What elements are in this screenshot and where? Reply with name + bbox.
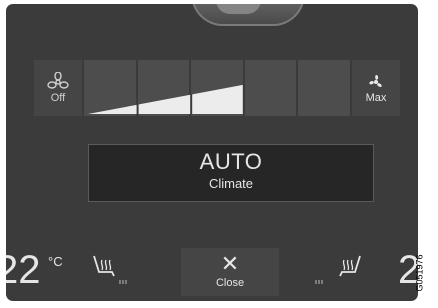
auto-title: AUTO — [199, 149, 263, 174]
fan-step-divider — [136, 103, 139, 115]
bottom-bar: 22 °C ✕ Close 2 — [6, 244, 418, 301]
auto-climate-button[interactable]: AUTO Climate — [88, 144, 374, 202]
close-button[interactable]: ✕ Close — [181, 248, 279, 296]
close-icon: ✕ — [220, 251, 240, 276]
figure-code-text: G051976 — [414, 254, 425, 292]
left-temperature[interactable]: 22 — [6, 250, 41, 290]
close-label: Close — [215, 277, 245, 289]
figure-code: G051976 — [415, 248, 435, 304]
left-seat-heat-icon[interactable] — [90, 254, 142, 288]
fan-level-fill — [88, 84, 243, 114]
climate-screen: Off Max AUTO Climate 22 °C ✕ Close 2 — [6, 4, 418, 301]
auto-subtitle: Climate — [208, 176, 254, 191]
temperature-unit: °C — [48, 254, 63, 269]
fan-step-divider — [190, 93, 193, 115]
right-seat-heat-icon[interactable] — [312, 254, 364, 288]
